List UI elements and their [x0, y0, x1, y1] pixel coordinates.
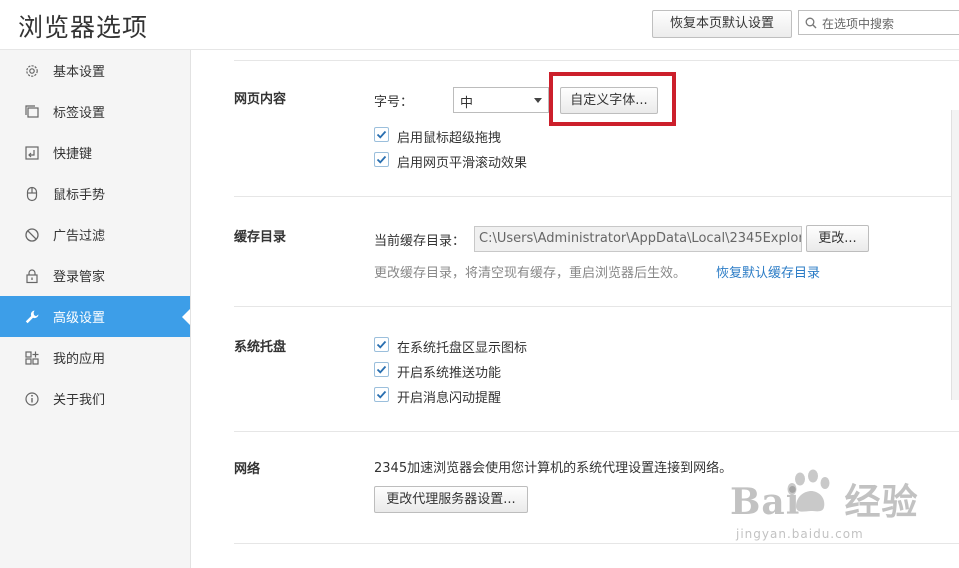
checkmark-icon [376, 340, 387, 349]
sidebar-item-ad-filter[interactable]: 广告过滤 [0, 214, 190, 255]
restore-cache-link[interactable]: 恢复默认缓存目录 [716, 262, 820, 281]
wrench-icon [23, 308, 41, 326]
checkmark-icon [376, 130, 387, 139]
section-title-webcontent: 网页内容 [234, 92, 287, 107]
sidebar-item-mouse-gestures[interactable]: 鼠标手势 [0, 173, 190, 214]
checkbox-label: 启用网页平滑滚动效果 [397, 156, 528, 171]
checkbox-label: 开启消息闪动提醒 [397, 391, 502, 406]
watermark-url: jingyan.baidu.com [736, 527, 864, 541]
sidebar-item-label: 关于我们 [53, 393, 106, 408]
network-description: 2345加速浏览器会使用您计算机的系统代理设置连接到网络。 [374, 461, 733, 476]
sidebar-item-advanced[interactable]: 高级设置 [0, 296, 190, 337]
sidebar-item-label: 高级设置 [53, 311, 106, 326]
apps-icon [23, 349, 41, 367]
font-size-select[interactable]: 中 [453, 87, 549, 113]
font-size-value: 中 [460, 96, 474, 111]
checkbox-super-drag[interactable] [374, 127, 389, 142]
sidebar-item-label: 基本设置 [53, 65, 106, 80]
sidebar-item-label: 登录管家 [53, 270, 106, 285]
checkmark-icon [376, 155, 387, 164]
divider [234, 306, 959, 307]
block-icon [23, 226, 41, 244]
sidebar-item-login-manager[interactable]: 登录管家 [0, 255, 190, 296]
sidebar-item-label: 鼠标手势 [53, 188, 106, 203]
sidebar-item-about[interactable]: 关于我们 [0, 378, 190, 419]
info-icon [23, 390, 41, 408]
mouse-icon [23, 185, 41, 203]
chevron-down-icon [534, 98, 542, 103]
cache-path-value: C:\Users\Administrator\AppData\Local\234… [479, 231, 802, 246]
gear-icon [23, 62, 41, 80]
proxy-settings-button[interactable]: 更改代理服务器设置... [374, 486, 528, 513]
checkmark-icon [376, 365, 387, 374]
section-title-cache: 缓存目录 [234, 230, 287, 245]
sidebar-item-shortcuts[interactable]: 快捷键 [0, 132, 190, 173]
cache-dir-label: 当前缓存目录： [374, 234, 466, 249]
checkbox-label: 开启系统推送功能 [397, 366, 502, 381]
change-cache-button[interactable]: 更改... [806, 225, 869, 252]
search-placeholder: 在选项中搜索 [822, 17, 895, 31]
scrollbar[interactable] [951, 110, 959, 400]
section-title-network: 网络 [234, 462, 261, 477]
divider [234, 431, 959, 432]
shortcut-icon [23, 144, 41, 162]
highlight-annotation [549, 72, 676, 126]
sidebar-item-label: 我的应用 [53, 352, 106, 367]
search-icon [805, 17, 817, 29]
watermark-logo-text: Bai 经验 [730, 481, 919, 523]
cache-hint: 更改缓存目录，将清空现有缓存，重启浏览器后生效。 [374, 266, 687, 281]
lock-icon [23, 267, 41, 285]
checkbox-label: 在系统托盘区显示图标 [397, 341, 528, 356]
checkbox-push[interactable] [374, 362, 389, 377]
sidebar-item-label: 快捷键 [53, 147, 93, 162]
checkbox-flash-alert[interactable] [374, 387, 389, 402]
sidebar: 基本设置 标签设置 快捷键 鼠标手势 广告过滤 登录管家 高级设置 我的应用 关… [0, 50, 191, 568]
checkbox-label: 启用鼠标超级拖拽 [397, 131, 502, 146]
sidebar-item-label: 标签设置 [53, 106, 106, 121]
divider [234, 196, 959, 197]
sidebar-item-basic[interactable]: 基本设置 [0, 50, 190, 91]
baidu-jingyan-watermark: Bai 经验 jingyan.baidu.com [730, 465, 950, 555]
restore-defaults-button[interactable]: 恢复本页默认设置 [652, 10, 792, 38]
divider [234, 60, 959, 61]
sidebar-item-tabs[interactable]: 标签设置 [0, 91, 190, 132]
checkbox-smooth-scroll[interactable] [374, 152, 389, 167]
page-title: 浏览器选项 [18, 13, 149, 42]
header-bar: 浏览器选项 恢复本页默认设置 在选项中搜索 [0, 0, 959, 50]
search-input[interactable]: 在选项中搜索 [798, 10, 959, 35]
sidebar-item-my-apps[interactable]: 我的应用 [0, 337, 190, 378]
checkbox-tray-icon[interactable] [374, 337, 389, 352]
sidebar-item-label: 广告过滤 [53, 229, 106, 244]
font-size-label: 字号： [374, 95, 414, 110]
cache-path-field: C:\Users\Administrator\AppData\Local\234… [474, 226, 802, 252]
section-title-tray: 系统托盘 [234, 340, 287, 355]
tabs-icon [23, 103, 41, 121]
checkmark-icon [376, 390, 387, 399]
